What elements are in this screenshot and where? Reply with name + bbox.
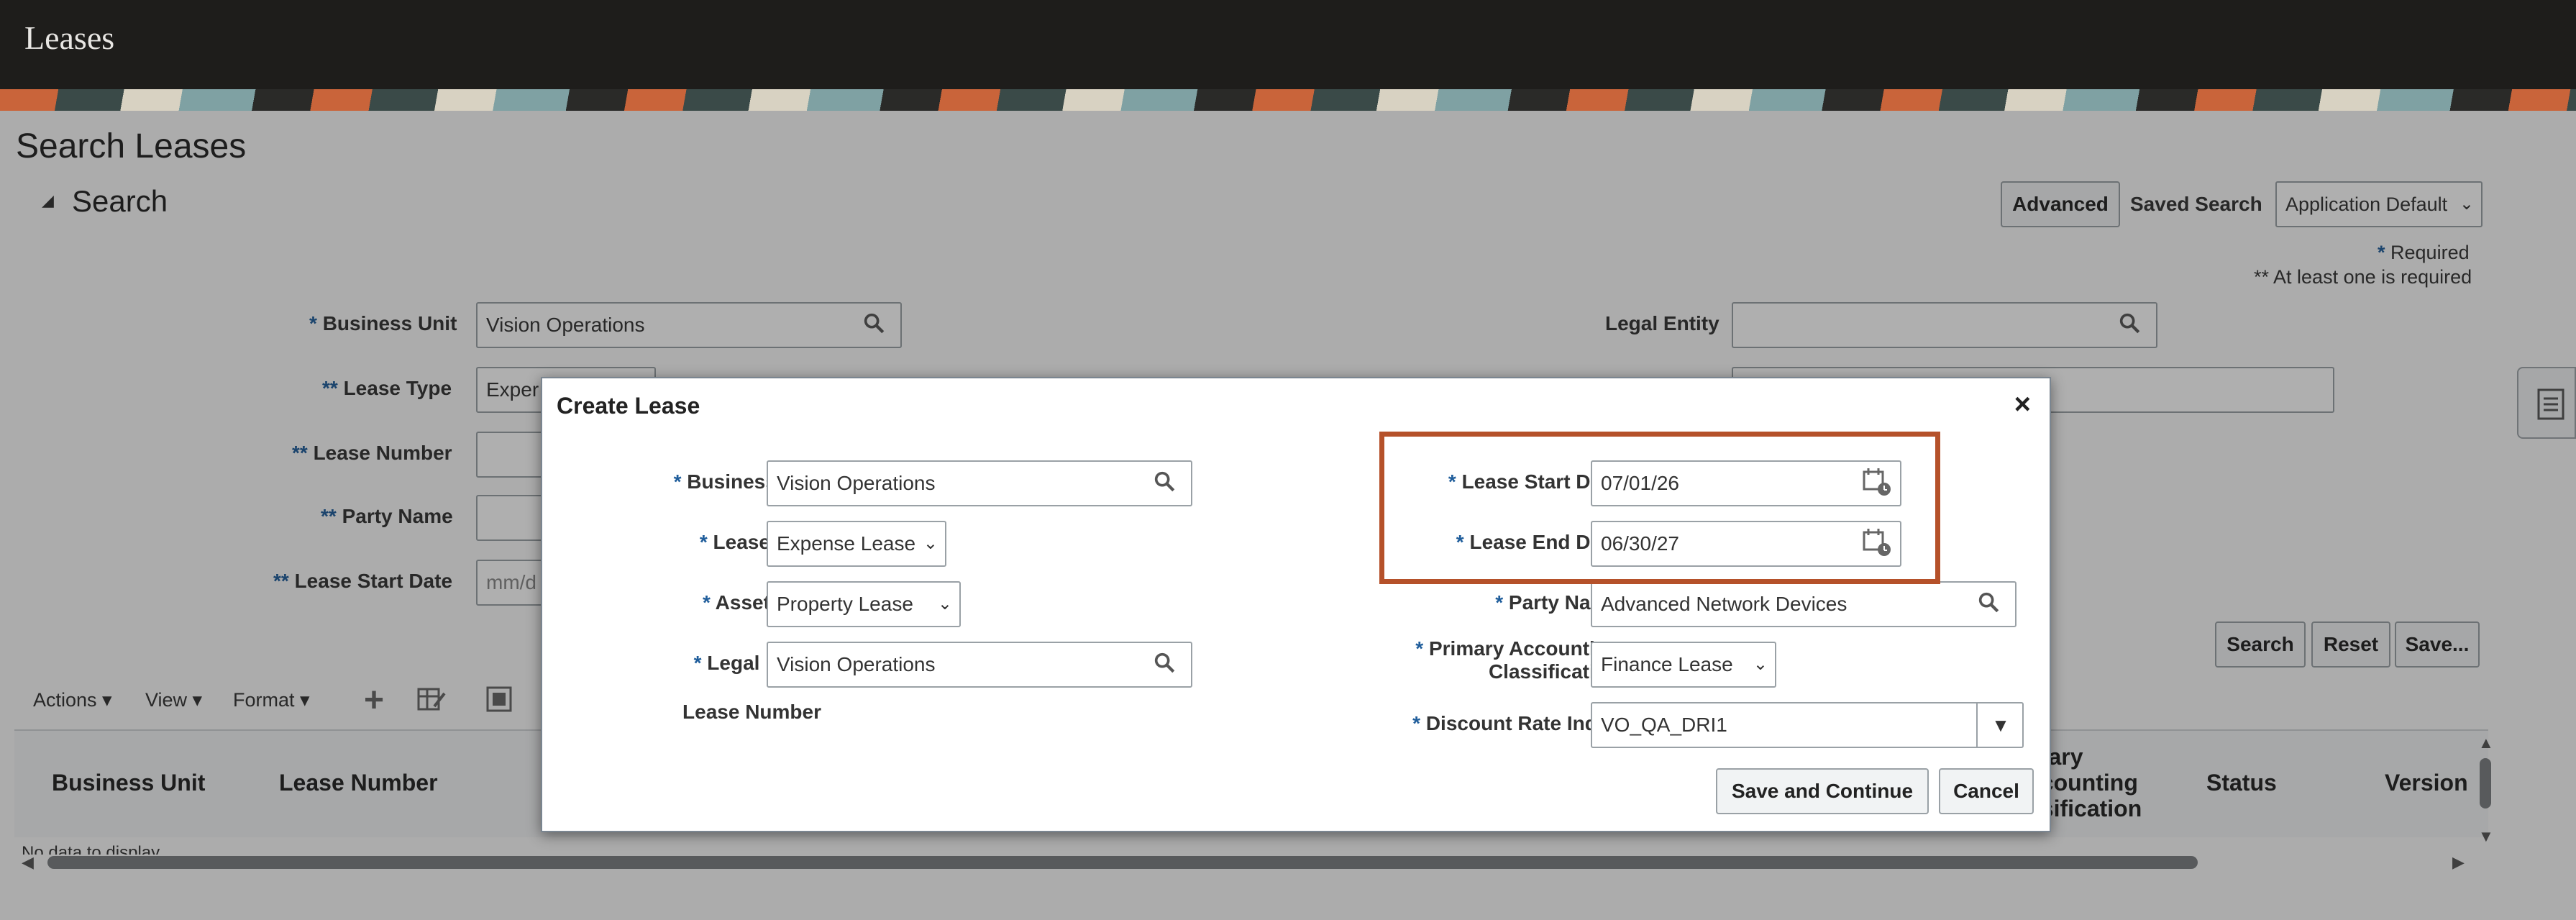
chevron-down-icon: ⌄ xyxy=(923,534,938,553)
dialog-party-name-label: * Party Name xyxy=(1495,591,1620,614)
dropdown-arrow-icon[interactable]: ▼ xyxy=(1976,702,2024,748)
app-title: Leases xyxy=(24,19,115,56)
header-banner-image xyxy=(0,89,2576,111)
dialog-discount-rate-index-input[interactable]: VO_QA_DRI1 xyxy=(1591,702,2024,748)
dialog-asset-type-select[interactable]: Property Lease ⌄ xyxy=(767,581,961,627)
dialog-business-unit-input[interactable]: Vision Operations xyxy=(767,460,1192,506)
app-header xyxy=(0,0,2576,89)
search-icon[interactable] xyxy=(1152,650,1177,678)
highlight-box xyxy=(1379,432,1940,584)
dialog-primary-accounting-classification-label: * Primary Accounting Classification xyxy=(1415,637,1620,683)
dialog-title: Create Lease xyxy=(557,393,700,419)
dialog-party-name-input[interactable]: Advanced Network Devices xyxy=(1591,581,2017,627)
dialog-lease-type-select[interactable]: Expense Lease ⌄ xyxy=(767,521,946,567)
search-icon[interactable] xyxy=(1152,469,1177,497)
chevron-down-icon: ⌄ xyxy=(937,594,952,614)
dialog-legal-entity-input[interactable]: Vision Operations xyxy=(767,642,1192,688)
dialog-discount-rate-index-label: * Discount Rate Index xyxy=(1412,712,1620,734)
chevron-down-icon: ⌄ xyxy=(1753,655,1768,674)
save-and-continue-button[interactable]: Save and Continue xyxy=(1716,768,1929,814)
close-icon[interactable]: × xyxy=(2014,388,2031,421)
search-icon[interactable] xyxy=(1976,590,2001,618)
cancel-button[interactable]: Cancel xyxy=(1939,768,2034,814)
dialog-lease-number-label: Lease Number xyxy=(682,701,821,723)
dialog-primary-accounting-classification-select[interactable]: Finance Lease ⌄ xyxy=(1591,642,1776,688)
